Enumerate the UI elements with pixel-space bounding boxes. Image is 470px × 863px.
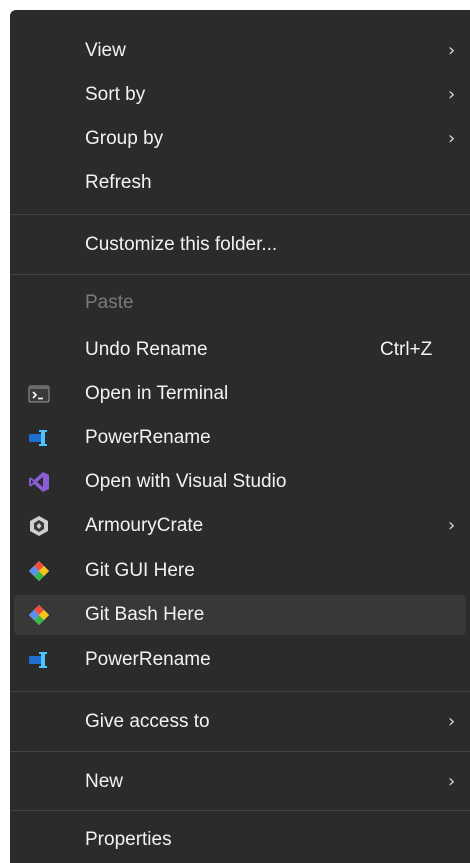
menu-item-git-bash-here[interactable]: Git Bash Here	[14, 595, 466, 635]
menu-item-label: Open in Terminal	[85, 383, 229, 404]
menu-item-shortcut: Ctrl+Z	[380, 339, 433, 360]
chevron-right-icon: ›	[448, 771, 456, 792]
menu-separator	[10, 810, 470, 811]
git-icon	[29, 561, 49, 581]
menu-item-open-in-terminal[interactable]: Open in Terminal	[14, 374, 466, 414]
terminal-icon	[28, 385, 50, 403]
menu-item-label: Customize this folder...	[85, 234, 278, 255]
menu-item-label: PowerRename	[85, 427, 211, 448]
menu-separator	[10, 274, 470, 275]
menu-separator	[10, 214, 470, 215]
context-menu: View › Sort by › Group by › Refresh Cust…	[10, 10, 470, 863]
menu-item-view[interactable]: View ›	[14, 31, 466, 71]
menu-item-label: Sort by	[85, 84, 146, 105]
menu-item-new[interactable]: New ›	[14, 762, 466, 802]
menu-item-properties[interactable]: Properties	[14, 820, 466, 860]
menu-item-undo-rename[interactable]: Undo Rename Ctrl+Z	[14, 330, 466, 370]
armourycrate-icon	[30, 516, 48, 536]
menu-item-paste: Paste	[14, 283, 466, 323]
menu-separator	[10, 691, 470, 692]
menu-item-label: Open with Visual Studio	[85, 471, 287, 492]
menu-item-label: View	[85, 40, 126, 61]
powerrename-icon	[29, 430, 47, 446]
menu-item-label: Paste	[85, 292, 134, 313]
menu-item-customize-folder[interactable]: Customize this folder...	[14, 225, 466, 265]
menu-item-sort-by[interactable]: Sort by ›	[14, 75, 466, 115]
menu-item-label: PowerRename	[85, 649, 211, 670]
menu-separator	[10, 751, 470, 752]
powerrename-icon	[29, 652, 47, 668]
menu-item-refresh[interactable]: Refresh	[14, 163, 466, 203]
chevron-right-icon: ›	[448, 128, 456, 149]
visual-studio-icon	[29, 472, 49, 492]
menu-item-label: Git GUI Here	[85, 560, 195, 581]
git-icon	[29, 605, 49, 625]
menu-item-git-gui-here[interactable]: Git GUI Here	[14, 551, 466, 591]
chevron-right-icon: ›	[448, 515, 456, 536]
menu-item-label: Refresh	[85, 172, 152, 193]
menu-item-label: ArmouryCrate	[85, 515, 204, 536]
menu-item-give-access-to[interactable]: Give access to ›	[14, 702, 466, 742]
menu-item-label: Undo Rename	[85, 339, 208, 360]
menu-item-label: Git Bash Here	[85, 604, 205, 625]
menu-item-open-with-visual-studio[interactable]: Open with Visual Studio	[14, 462, 466, 502]
menu-item-armourycrate[interactable]: ArmouryCrate ›	[14, 506, 466, 546]
chevron-right-icon: ›	[448, 711, 456, 732]
menu-item-label: Properties	[85, 829, 172, 850]
menu-item-powerrename-2[interactable]: PowerRename	[14, 640, 466, 680]
menu-item-label: New	[85, 771, 124, 792]
menu-item-group-by[interactable]: Group by ›	[14, 119, 466, 159]
chevron-right-icon: ›	[448, 84, 456, 105]
menu-item-label: Give access to	[85, 711, 210, 732]
chevron-right-icon: ›	[448, 40, 456, 61]
menu-item-label: Group by	[85, 128, 164, 149]
menu-item-powerrename[interactable]: PowerRename	[14, 418, 466, 458]
